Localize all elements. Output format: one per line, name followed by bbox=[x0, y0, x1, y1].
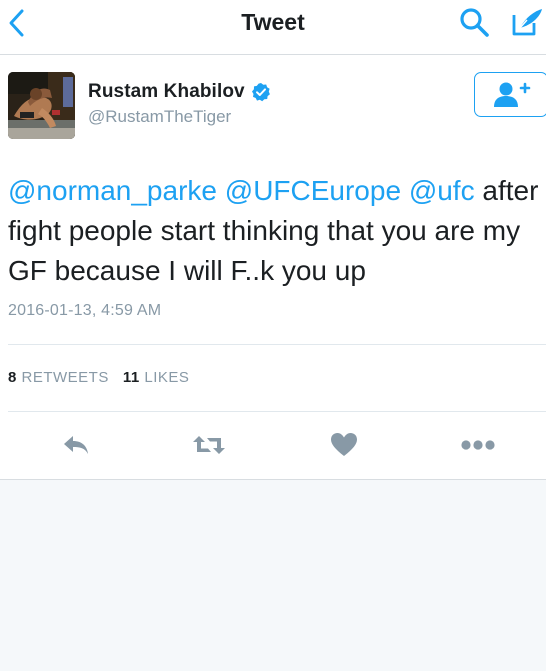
retweets-stat[interactable]: 8 RETWEETS bbox=[8, 369, 114, 386]
tweet-body-text bbox=[401, 175, 409, 206]
like-button[interactable] bbox=[324, 425, 364, 465]
retweets-label: RETWEETS bbox=[21, 369, 109, 386]
likes-label: LIKES bbox=[144, 369, 190, 386]
follow-button[interactable] bbox=[474, 72, 546, 117]
likes-stat[interactable]: 11 LIKES bbox=[123, 369, 190, 386]
divider bbox=[8, 344, 546, 345]
tweet-text: @norman_parke @UFCEurope @ufc after figh… bbox=[8, 171, 546, 291]
more-button[interactable] bbox=[458, 425, 498, 465]
tweet-card: Rustam Khabilov @RustamTheTiger @norman_… bbox=[0, 55, 546, 480]
avatar[interactable] bbox=[8, 72, 75, 139]
retweet-button[interactable] bbox=[189, 425, 229, 465]
compose-button[interactable] bbox=[508, 4, 546, 40]
heart-icon bbox=[331, 433, 357, 456]
avatar-photo bbox=[8, 72, 75, 139]
author-name-row: Rustam Khabilov bbox=[88, 81, 271, 103]
compose-icon bbox=[512, 9, 542, 36]
author-display-name[interactable]: Rustam Khabilov bbox=[88, 81, 245, 103]
more-icon bbox=[461, 440, 495, 450]
divider bbox=[8, 411, 546, 412]
likes-count: 11 bbox=[122, 369, 140, 386]
retweets-count: 8 bbox=[8, 369, 17, 386]
add-user-icon bbox=[494, 82, 531, 107]
search-icon bbox=[460, 8, 489, 37]
mention-link[interactable]: @UFCEurope bbox=[225, 175, 401, 206]
mention-link[interactable]: @norman_parke bbox=[8, 175, 217, 206]
retweet-icon bbox=[193, 436, 225, 454]
navigation-bar: Tweet bbox=[0, 0, 546, 55]
reply-button[interactable] bbox=[56, 425, 96, 465]
reply-icon bbox=[64, 436, 88, 454]
search-button[interactable] bbox=[455, 4, 493, 40]
tweet-body-text bbox=[217, 175, 225, 206]
tweet-timestamp: 2016-01-13, 4:59 AM bbox=[8, 302, 162, 319]
tweet-stats: 8 RETWEETS 11 LIKES bbox=[8, 369, 189, 386]
mention-link[interactable]: @ufc bbox=[409, 175, 475, 206]
tweet-action-bar bbox=[0, 425, 546, 465]
author-handle[interactable]: @RustamTheTiger bbox=[88, 107, 231, 127]
verified-badge-icon bbox=[251, 83, 270, 102]
